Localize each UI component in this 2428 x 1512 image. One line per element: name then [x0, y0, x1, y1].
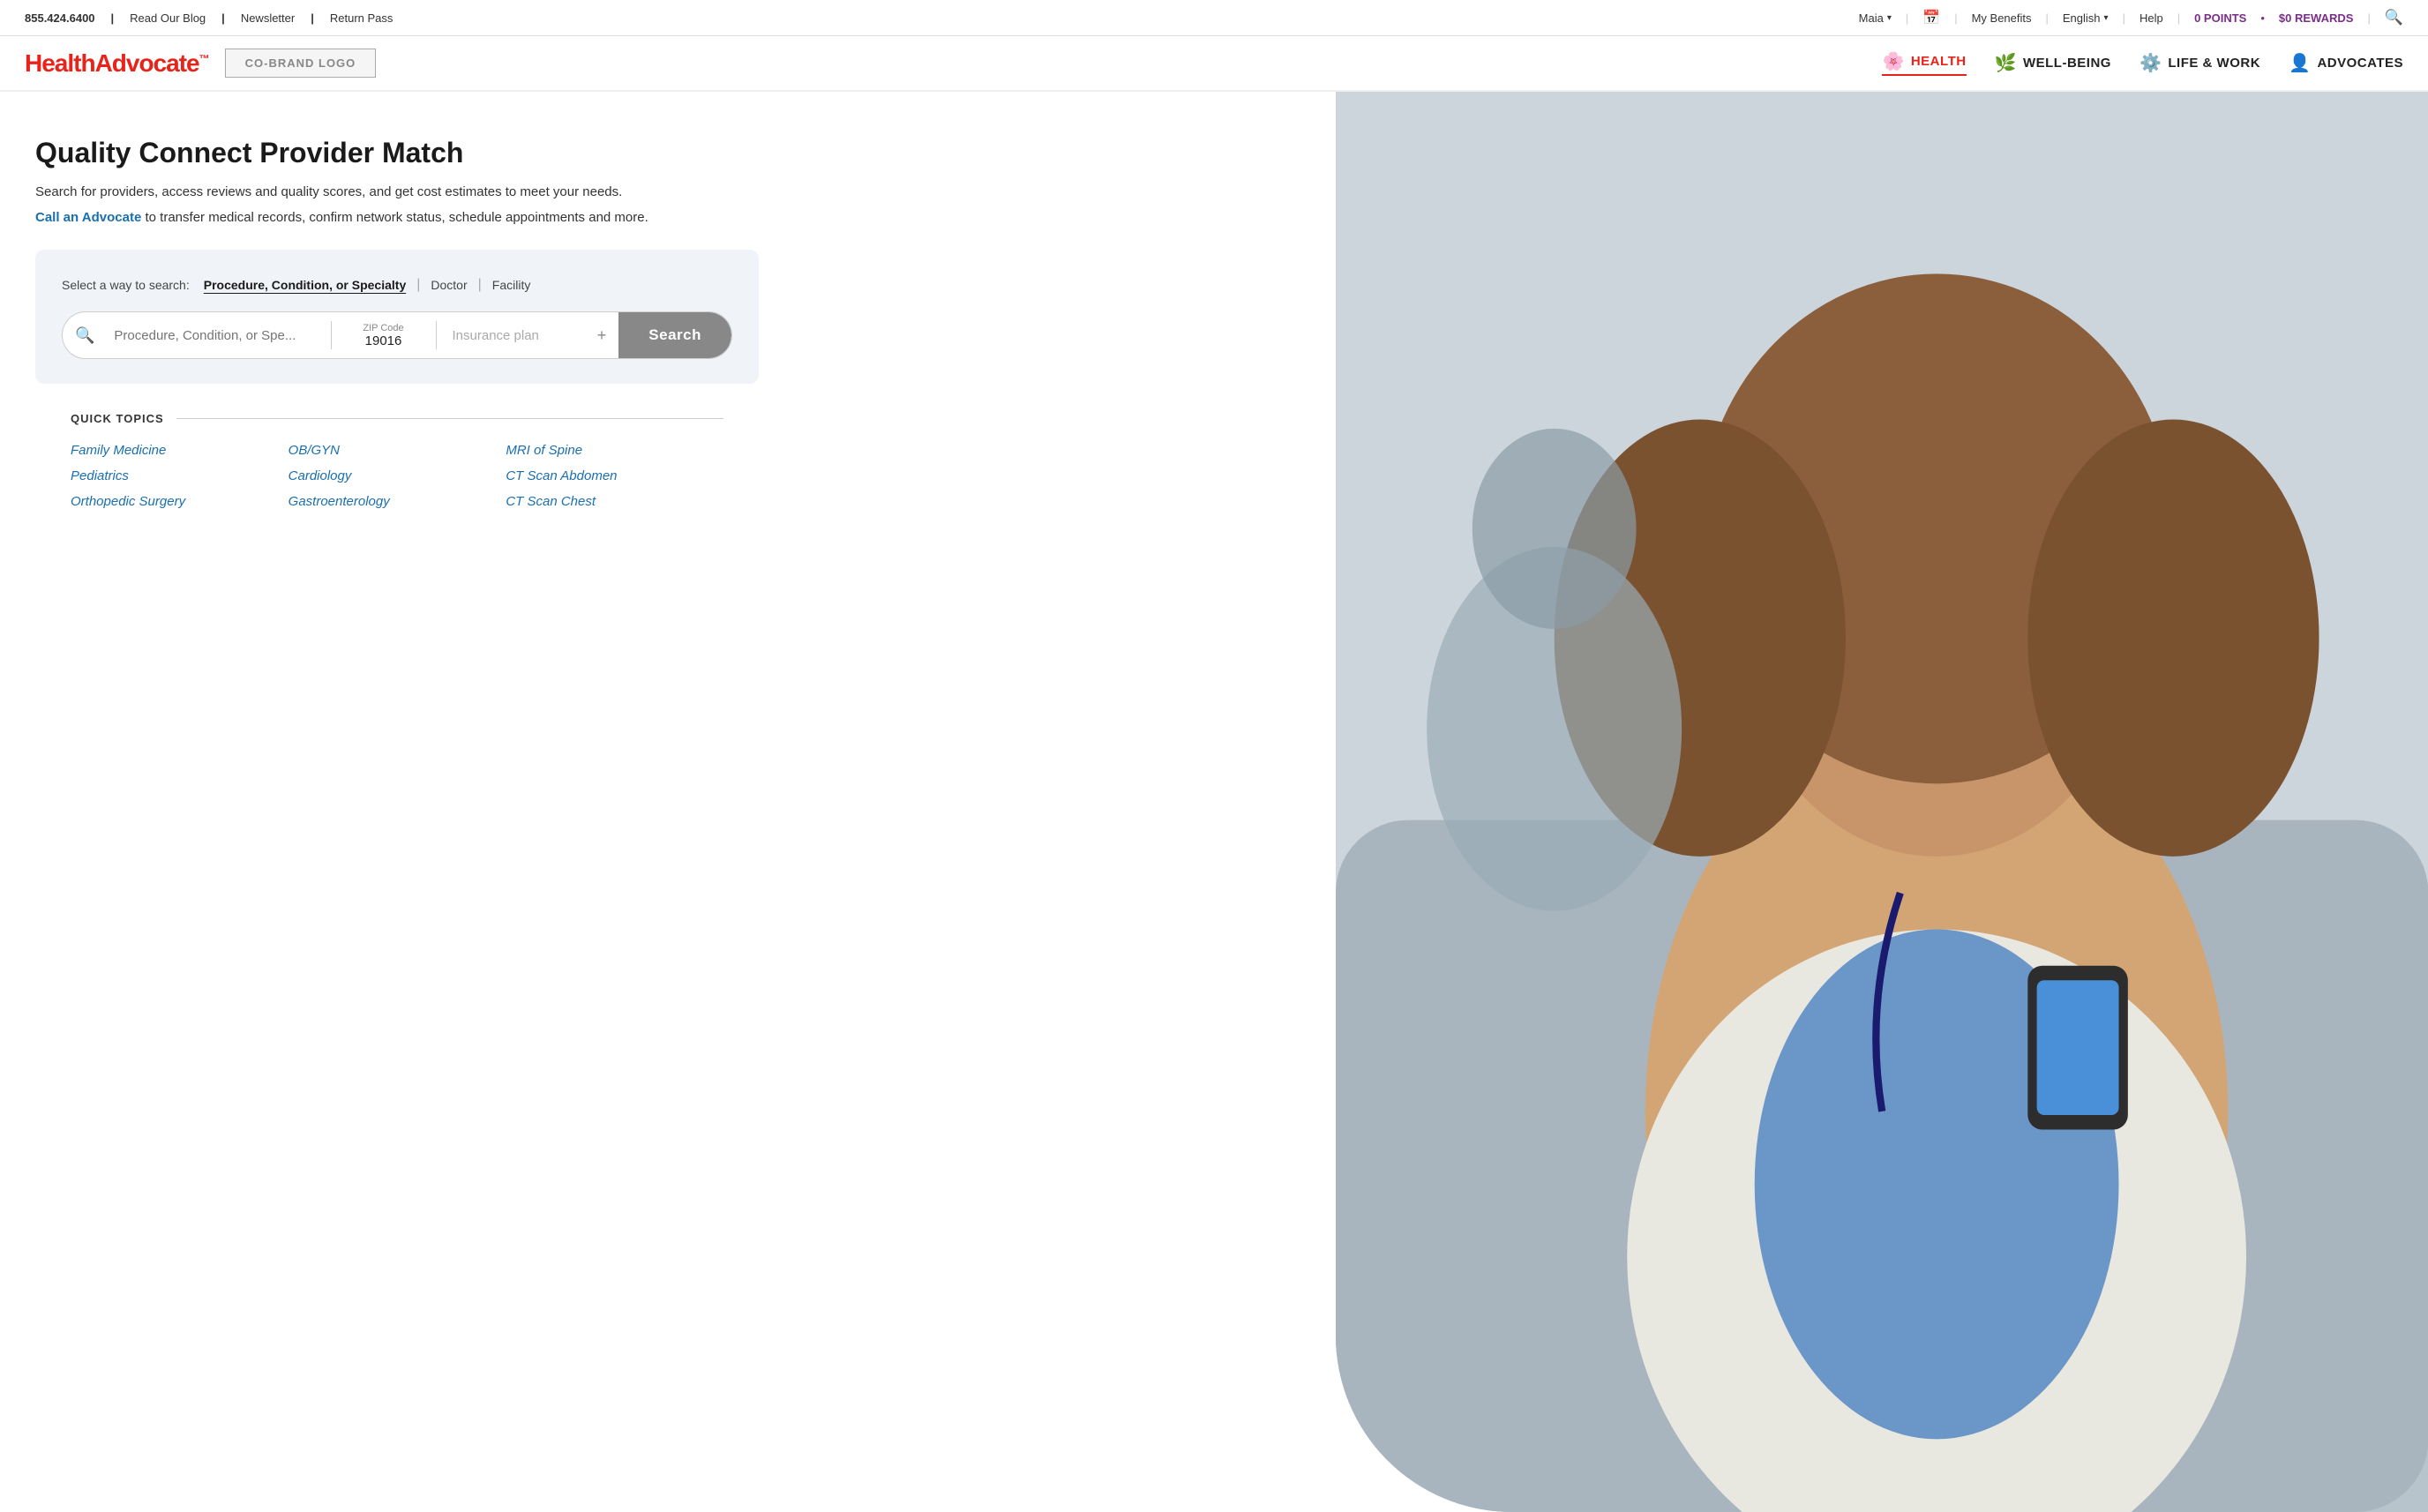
- search-bar: 🔍 ZIP Code 19016 Insurance plan + Search: [62, 311, 732, 359]
- search-button[interactable]: Search: [618, 311, 731, 359]
- chevron-down-icon: ▾: [1887, 13, 1892, 23]
- quick-topics-title: QUICK TOPICS: [71, 412, 164, 425]
- zip-label: ZIP Code: [363, 323, 403, 333]
- divider-7: |: [2123, 11, 2125, 25]
- main-nav: HealthAdvocate™ CO-BRAND LOGO 🌸 HEALTH 🌿…: [0, 36, 2428, 92]
- help-link[interactable]: Help: [2139, 11, 2163, 25]
- quick-topic-cardiology[interactable]: Cardiology: [289, 468, 506, 483]
- lang-chevron-icon: ▾: [2104, 13, 2109, 23]
- top-bar-right: Maia ▾ | 📅 | My Benefits | English ▾ | H…: [1859, 9, 2403, 26]
- quick-topic-family-medicine[interactable]: Family Medicine: [71, 443, 289, 458]
- top-bar-left: 855.424.6400 | Read Our Blog | Newslette…: [25, 11, 393, 25]
- hero-section: Quality Connect Provider Match Search fo…: [0, 92, 2428, 1512]
- wellbeing-icon: 🌿: [1995, 52, 2017, 74]
- blog-link[interactable]: Read Our Blog: [130, 11, 206, 25]
- divider-1: |: [111, 11, 115, 25]
- tab-divider-2: |: [478, 277, 482, 293]
- divider-2: |: [221, 11, 225, 25]
- user-dropdown[interactable]: Maia ▾: [1859, 11, 1892, 25]
- call-advocate-link[interactable]: Call an Advocate: [35, 210, 141, 225]
- tab-procedure[interactable]: Procedure, Condition, or Specialty: [204, 274, 406, 296]
- rewards-badge: $0 REWARDS: [2279, 11, 2354, 25]
- quick-topic-gastro[interactable]: Gastroenterology: [289, 494, 506, 509]
- hero-content: Quality Connect Provider Match Search fo…: [0, 92, 1336, 1512]
- hero-image: [1336, 92, 2428, 1512]
- search-tabs-label: Select a way to search:: [62, 278, 190, 292]
- search-container: Select a way to search: Procedure, Condi…: [35, 250, 759, 384]
- user-name: Maia: [1859, 11, 1884, 25]
- zip-block: ZIP Code 19016: [335, 323, 432, 348]
- hero-cta-text: Call an Advocate to transfer medical rec…: [35, 210, 1300, 225]
- search-divider: [331, 321, 332, 349]
- language-dropdown[interactable]: English ▾: [2063, 11, 2109, 25]
- co-brand-logo: CO-BRAND LOGO: [225, 49, 377, 78]
- top-bar: 855.424.6400 | Read Our Blog | Newslette…: [0, 0, 2428, 36]
- search-input[interactable]: [107, 328, 326, 343]
- tab-divider-1: |: [416, 277, 420, 293]
- nav-item-health[interactable]: 🌸 HEALTH: [1882, 50, 1966, 76]
- quick-topic-ct-chest[interactable]: CT Scan Chest: [506, 494, 723, 509]
- divider-9: |: [2367, 11, 2370, 25]
- quick-topic-orthopedic[interactable]: Orthopedic Surgery: [71, 494, 289, 509]
- language-label: English: [2063, 11, 2101, 25]
- nav-item-lifework[interactable]: ⚙️ LIFE & WORK: [2139, 52, 2260, 74]
- phone-number: 855.424.6400: [25, 11, 95, 25]
- plus-icon[interactable]: +: [597, 326, 607, 345]
- dot-separator: •: [2260, 11, 2265, 25]
- newsletter-link[interactable]: Newsletter: [241, 11, 295, 25]
- insurance-placeholder: Insurance plan: [453, 328, 590, 343]
- nav-label-health: HEALTH: [1911, 54, 1967, 69]
- logo-tm: ™: [199, 52, 209, 64]
- divider-8: |: [2177, 11, 2180, 25]
- quick-topic-ct-abdomen[interactable]: CT Scan Abdomen: [506, 468, 723, 483]
- logo-name: HealthAdvocate: [25, 49, 199, 77]
- nav-links: 🌸 HEALTH 🌿 WELL-BEING ⚙️ LIFE & WORK 👤 A…: [1882, 50, 2403, 76]
- hero-image-placeholder: [1336, 92, 2428, 1512]
- site-logo[interactable]: HealthAdvocate™: [25, 49, 209, 78]
- my-benefits-link[interactable]: My Benefits: [1972, 11, 2032, 25]
- search-icon[interactable]: 🔍: [2385, 9, 2403, 26]
- search-bar-icon: 🔍: [63, 326, 107, 345]
- nav-item-advocates[interactable]: 👤 ADVOCATES: [2289, 52, 2403, 74]
- quick-topic-mri-spine[interactable]: MRI of Spine: [506, 443, 723, 458]
- nav-label-wellbeing: WELL-BEING: [2023, 56, 2111, 71]
- logo-area: HealthAdvocate™ CO-BRAND LOGO: [25, 49, 376, 78]
- lifework-icon: ⚙️: [2139, 52, 2162, 74]
- quick-topic-pediatrics[interactable]: Pediatrics: [71, 468, 289, 483]
- nav-label-lifework: LIFE & WORK: [2168, 56, 2260, 71]
- return-pass-link[interactable]: Return Pass: [330, 11, 393, 25]
- advocates-icon: 👤: [2289, 52, 2311, 74]
- hero-title: Quality Connect Provider Match: [35, 136, 1300, 169]
- divider-5: |: [1954, 11, 1957, 25]
- nav-label-advocates: ADVOCATES: [2317, 56, 2403, 71]
- quick-topics-grid: Family MedicineOB/GYNMRI of Spine Pediatr…: [71, 443, 723, 509]
- quick-topics-header: QUICK TOPICS: [71, 412, 723, 425]
- zip-value[interactable]: 19016: [365, 333, 402, 348]
- search-divider-2: [436, 321, 437, 349]
- divider-6: |: [2046, 11, 2049, 25]
- divider-4: |: [1906, 11, 1908, 25]
- points-badge: 0 POINTS: [2194, 11, 2246, 25]
- hero-subtitle: Search for providers, access reviews and…: [35, 182, 1300, 203]
- quick-topics-divider: [176, 418, 723, 419]
- quick-topics: QUICK TOPICS Family MedicineOB/GYNMRI of…: [35, 384, 759, 535]
- health-icon: 🌸: [1882, 50, 1904, 72]
- tab-facility[interactable]: Facility: [492, 274, 531, 296]
- insurance-area: Insurance plan +: [440, 326, 619, 345]
- tab-doctor[interactable]: Doctor: [431, 274, 467, 296]
- search-tabs: Select a way to search: Procedure, Condi…: [62, 274, 732, 296]
- divider-3: |: [311, 11, 314, 25]
- quick-topic-ob-gyn[interactable]: OB/GYN: [289, 443, 506, 458]
- nav-item-wellbeing[interactable]: 🌿 WELL-BEING: [1995, 52, 2111, 74]
- hero-cta-rest: to transfer medical records, confirm net…: [141, 210, 648, 225]
- calendar-icon[interactable]: 📅: [1922, 9, 1940, 26]
